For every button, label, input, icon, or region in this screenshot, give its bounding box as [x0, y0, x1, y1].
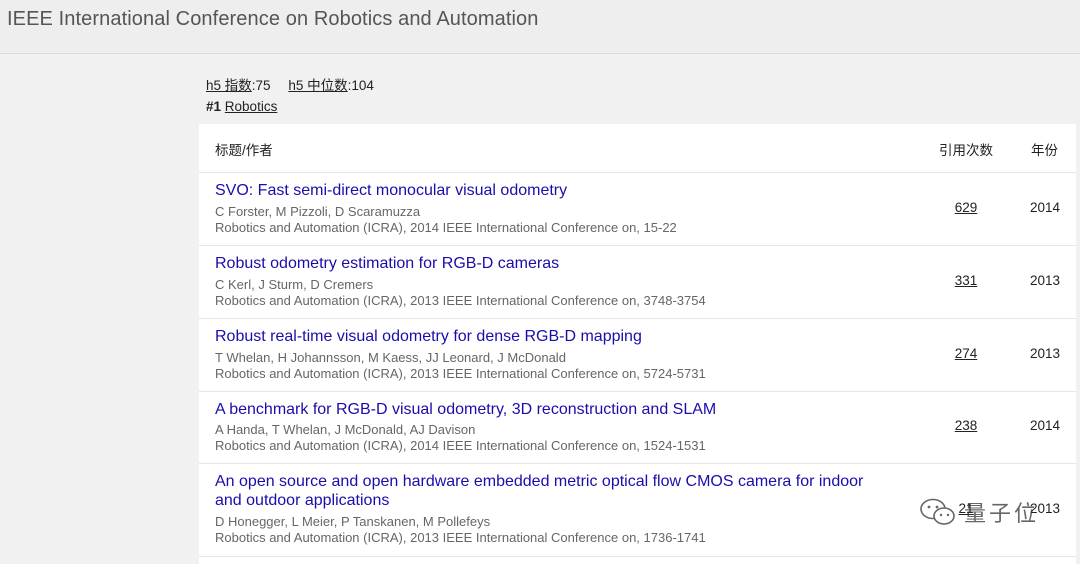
paper-authors: A Handa, T Whelan, J McDonald, AJ Daviso… [215, 422, 476, 437]
h5-median-value: :104 [347, 78, 374, 93]
paper-venue: Robotics and Automation (ICRA), 2014 IEE… [215, 220, 677, 235]
publication-year: 2013 [1029, 273, 1061, 288]
table-row: SVO: Fast semi-direct monocular visual o… [199, 173, 1076, 246]
category-rank: #1 Robotics [206, 99, 277, 114]
table-row: Robust real-time visual odometry for den… [199, 319, 1076, 392]
watermark: 量子位 [918, 495, 1068, 529]
page-title: IEEE International Conference on Robotic… [7, 8, 539, 30]
citation-count-link[interactable]: 331 [944, 273, 988, 288]
header-year[interactable]: 年份 [1031, 139, 1058, 159]
table-header: 标题/作者 引用次数 年份 [199, 124, 1076, 173]
h5-index: h5 指数:75 [206, 78, 271, 93]
h5-index-value: :75 [251, 78, 271, 93]
paper-title-link[interactable]: Robust real-time visual odometry for den… [215, 327, 885, 346]
header-citations[interactable]: 引用次数 [939, 139, 993, 159]
paper-authors: D Honegger, L Meier, P Tanskanen, M Poll… [215, 514, 491, 529]
paper-title-link[interactable]: A benchmark for RGB-D visual odometry, 3… [215, 400, 885, 419]
category-link[interactable]: Robotics [225, 99, 278, 114]
citation-count-link[interactable]: 274 [944, 346, 988, 361]
paper-venue: Robotics and Automation (ICRA), 2013 IEE… [215, 530, 706, 545]
publication-year: 2013 [1029, 346, 1061, 361]
table-row: A benchmark for RGB-D visual odometry, 3… [199, 392, 1076, 464]
h5-median: h5 中位数:104 [288, 78, 374, 93]
paper-authors: T Whelan, H Johannsson, M Kaess, JJ Leon… [215, 350, 566, 365]
paper-venue: Robotics and Automation (ICRA), 2014 IEE… [215, 438, 706, 453]
paper-authors: C Kerl, J Sturm, D Cremers [215, 277, 374, 292]
wechat-icon [920, 498, 955, 525]
table-row: Robust odometry estimation for RGB-D cam… [199, 246, 1076, 319]
paper-title-link[interactable]: Robust odometry estimation for RGB-D cam… [215, 254, 885, 273]
page-header: IEEE International Conference on Robotic… [0, 0, 1080, 54]
citation-count-link[interactable]: 238 [944, 418, 988, 433]
paper-authors: C Forster, M Pizzoli, D Scaramuzza [215, 204, 421, 219]
metrics-bar: h5 指数:75 h5 中位数:104 [206, 74, 388, 94]
h5-median-link[interactable]: h5 中位数 [288, 78, 347, 93]
paper-venue: Robotics and Automation (ICRA), 2013 IEE… [215, 293, 706, 308]
header-title-authors[interactable]: 标题/作者 [215, 139, 273, 159]
h5-index-link[interactable]: h5 指数 [206, 78, 252, 93]
paper-title-link[interactable]: An open source and open hardware embedde… [215, 472, 885, 510]
citation-count-link[interactable]: 629 [944, 200, 988, 215]
watermark-text: 量子位 [964, 501, 1040, 526]
rank-number: #1 [206, 99, 222, 114]
paper-title-link[interactable]: SVO: Fast semi-direct monocular visual o… [215, 181, 885, 200]
paper-venue: Robotics and Automation (ICRA), 2013 IEE… [215, 366, 706, 381]
publication-year: 2014 [1029, 418, 1061, 433]
publication-year: 2014 [1029, 200, 1061, 215]
